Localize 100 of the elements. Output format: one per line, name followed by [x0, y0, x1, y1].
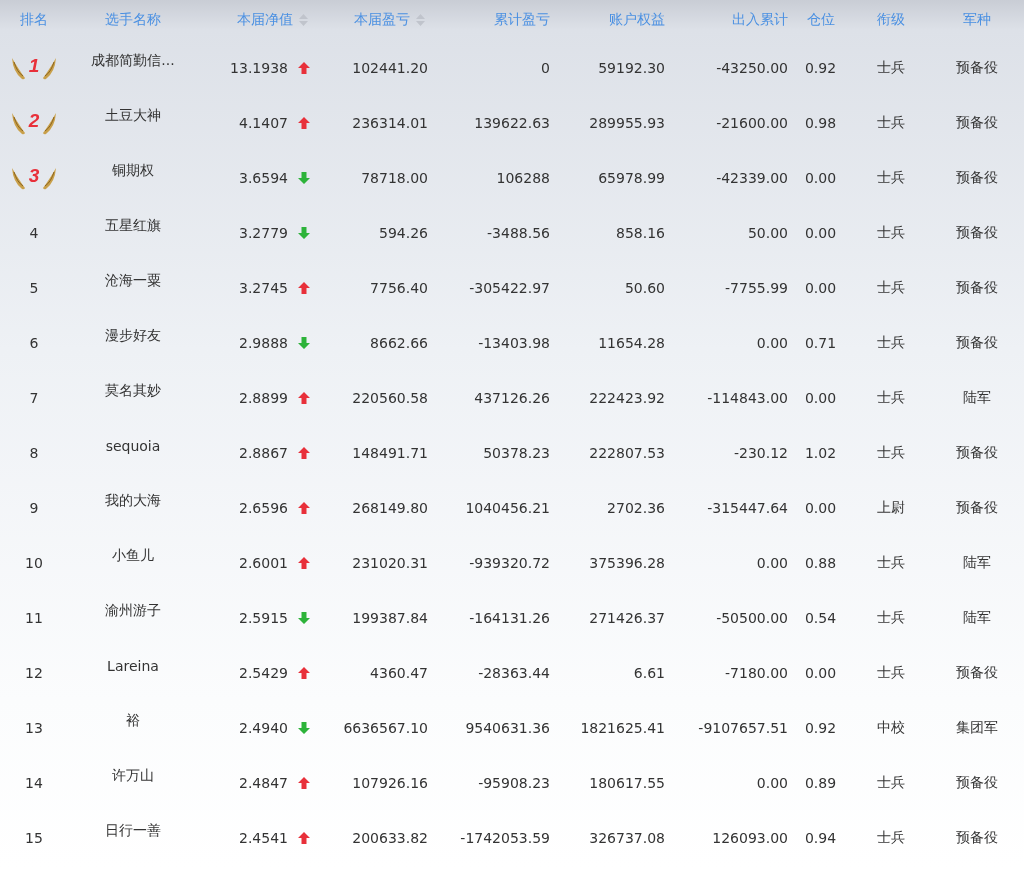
table-cell: 预备役 — [956, 278, 998, 297]
table-cell: 0.98 — [804, 114, 837, 131]
table-cell: 预备役 — [956, 113, 998, 132]
table-cell: 0.92 — [804, 719, 837, 736]
column-header: 累计盈亏 — [494, 11, 550, 29]
net-value: 2.5915 — [239, 609, 289, 626]
table-cell: 0.54 — [804, 609, 837, 626]
table-cell: 0.00 — [804, 664, 837, 681]
sort-icon[interactable] — [416, 14, 425, 26]
column-header: 出入累计 — [732, 11, 788, 29]
table-cell: 士兵 — [877, 278, 905, 297]
table-cell-text: 50378.23 — [483, 444, 551, 461]
table-cell: 预备役 — [956, 663, 998, 682]
net-value: 3.2745 — [239, 279, 289, 296]
table-cell: 0.00 — [804, 279, 837, 296]
table-cell: 预备役 — [956, 773, 998, 792]
table-cell: 0.71 — [804, 334, 837, 351]
net-value: 2.5429 — [239, 664, 289, 681]
player-name: 裕 — [126, 711, 140, 730]
rank-number: 13 — [25, 719, 43, 736]
table-cell: 0.92 — [804, 59, 837, 76]
table-cell-text: 65978.99 — [598, 169, 666, 186]
table-cell: 集团军 — [956, 718, 998, 737]
player-name: 五星红旗 — [105, 216, 161, 235]
table-cell-text: 200633.82 — [352, 829, 429, 846]
rank-number: 14 — [25, 774, 43, 791]
table-cell-text: 102441.20 — [352, 59, 429, 76]
table-cell: 0.94 — [804, 829, 837, 846]
table-cell: 预备役 — [956, 443, 998, 462]
rank-number: 7 — [29, 389, 39, 406]
table-cell: 0.00 — [804, 499, 837, 516]
table-cell: 预备役 — [956, 223, 998, 242]
medal-rank: 3 — [10, 163, 58, 192]
table-cell: 1.02 — [804, 444, 837, 461]
player-name: 漫步好友 — [105, 326, 161, 345]
sort-icon[interactable] — [299, 14, 308, 26]
table-cell-text: 326737.08 — [589, 829, 666, 846]
table-cell-text: 78718.00 — [361, 169, 429, 186]
table-cell-text: -95908.23 — [478, 774, 551, 791]
table-cell: 0.00 — [804, 169, 837, 186]
table-cell-text: 1040456.21 — [465, 499, 551, 516]
table-cell-text: 4360.47 — [370, 664, 429, 681]
table-cell: 士兵 — [877, 113, 905, 132]
table-cell: 士兵 — [877, 443, 905, 462]
table-cell: 预备役 — [956, 58, 998, 77]
player-name: 渝州游子 — [105, 601, 161, 620]
table-cell-text: 236314.01 — [352, 114, 429, 131]
column-header: 军种 — [963, 11, 991, 29]
table-cell-text: 220560.58 — [352, 389, 429, 406]
table-cell: 中校 — [877, 718, 905, 737]
table-cell-text: 50.00 — [747, 224, 789, 241]
table-cell-text: 2702.36 — [607, 499, 666, 516]
table-cell-text: -21600.00 — [716, 114, 789, 131]
table-cell-text: -305422.97 — [469, 279, 551, 296]
column-header: 账户权益 — [609, 11, 665, 29]
column-header: 选手名称 — [105, 11, 161, 29]
table-cell: 士兵 — [877, 168, 905, 187]
table-cell-text: 222807.53 — [589, 444, 666, 461]
table-cell: 士兵 — [877, 388, 905, 407]
rank-number: 15 — [25, 829, 43, 846]
table-cell-text: -3488.56 — [487, 224, 551, 241]
table-cell: 0.00 — [804, 389, 837, 406]
table-cell-text: 9540631.36 — [465, 719, 551, 736]
table-cell-text: 148491.71 — [352, 444, 429, 461]
table-cell-text: 106288 — [496, 169, 551, 186]
table-cell-text: 11654.28 — [598, 334, 666, 351]
table-cell-text: 107926.16 — [352, 774, 429, 791]
table-cell-text: -1742053.59 — [460, 829, 551, 846]
player-name: 我的大海 — [105, 491, 161, 510]
table-cell-text: 199387.84 — [352, 609, 429, 626]
table-cell: 陆军 — [963, 388, 991, 407]
net-value: 2.4847 — [239, 774, 289, 791]
player-name: 铜期权 — [112, 161, 154, 180]
column-header: 衔级 — [877, 11, 905, 29]
table-cell-text: 0 — [541, 59, 551, 76]
net-value: 2.6001 — [239, 554, 289, 571]
table-cell-text: 6.61 — [633, 664, 666, 681]
net-value: 2.6596 — [239, 499, 289, 516]
table-cell-text: 8662.66 — [370, 334, 429, 351]
rank-number: 9 — [29, 499, 39, 516]
table-cell: 陆军 — [963, 553, 991, 572]
table-cell: 士兵 — [877, 553, 905, 572]
table-cell-text: 59192.30 — [598, 59, 666, 76]
table-cell: 预备役 — [956, 828, 998, 847]
player-name: 日行一善 — [105, 821, 161, 840]
table-cell: 预备役 — [956, 498, 998, 517]
table-cell-text: 222423.92 — [589, 389, 666, 406]
net-value: 13.1938 — [230, 59, 289, 76]
column-header[interactable]: 本届净值 — [237, 11, 293, 29]
net-value: 3.6594 — [239, 169, 289, 186]
table-cell: 士兵 — [877, 828, 905, 847]
rank-number: 5 — [29, 279, 39, 296]
player-name: sequoia — [105, 437, 161, 454]
table-cell: 士兵 — [877, 223, 905, 242]
table-cell: 0.88 — [804, 554, 837, 571]
table-cell-text: -50500.00 — [716, 609, 789, 626]
table-cell-text: -315447.64 — [707, 499, 789, 516]
column-header[interactable]: 本届盈亏 — [354, 11, 410, 29]
rank-number: 11 — [25, 609, 43, 626]
player-name: Lareina — [107, 657, 159, 674]
